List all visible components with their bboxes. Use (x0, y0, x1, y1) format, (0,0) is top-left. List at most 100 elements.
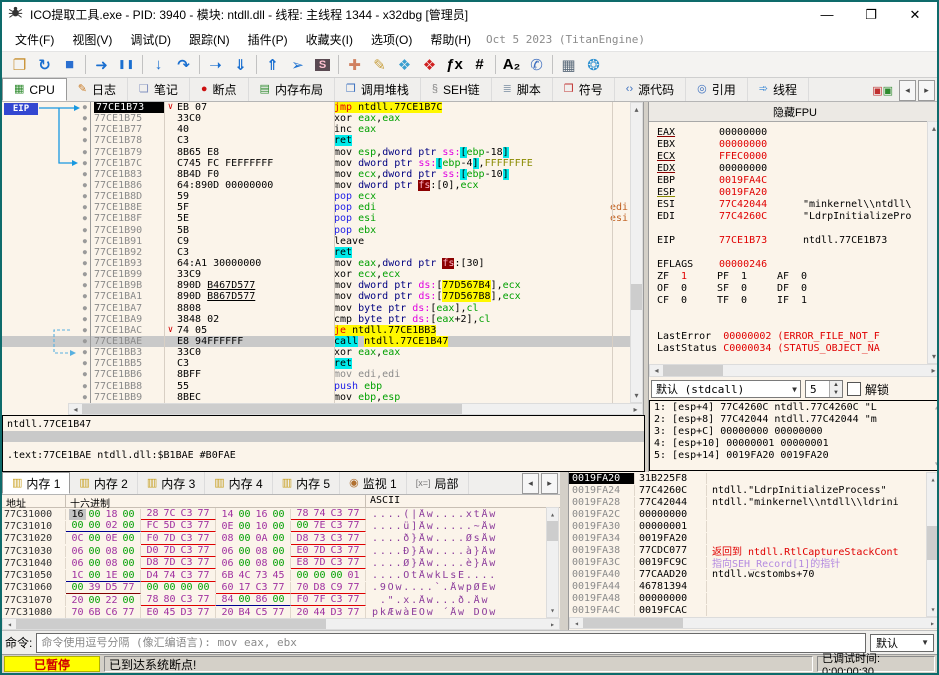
breakpoint-gutter[interactable]: ● (2, 236, 90, 247)
disasm-row[interactable]: ● 77CE1B73 ∨ EB 07 jmp ntdll.77CE1B7C (2, 102, 630, 114)
breakpoint-gutter[interactable]: ● (2, 381, 90, 392)
tab-script[interactable]: ≣ 脚本 (492, 78, 553, 101)
breakpoint-gutter[interactable]: ● (2, 369, 90, 380)
dump-horizontal-scrollbar[interactable]: ◂ ▸ (2, 618, 560, 630)
disasm-row[interactable]: ● 77CE1BAC ∨ 74 05 je ntdll.77CE1BB3 (2, 324, 630, 336)
dump-row[interactable]: 77C31020 0C 00 0E 00 F0 7D C3 77 08 00 0A 00 D8 73 C3 77… (2, 532, 560, 545)
disasm-row[interactable]: ● 77CE1BB5 C3 ret (2, 358, 630, 370)
breakpoint-dot-icon[interactable]: ● (83, 314, 87, 325)
dump-row[interactable]: 77C31000 16 00 18 00 28 7C C3 77 14 00 16 00 78 74 C3 77… (2, 508, 560, 521)
disasm-row[interactable]: ● 77CE1BAE E8 94FFFFFF call ntdll.77CE1B47 (2, 335, 630, 348)
breakpoint-gutter[interactable]: ● (2, 269, 90, 280)
dump-row[interactable]: 77C31030 06 00 08 00 D0 7D C3 77 06 00 08 00 E0 7D C3 77… (2, 545, 560, 558)
patch-button[interactable]: ✚ (342, 53, 367, 76)
register-row[interactable]: EBP 0019FA4C (649, 174, 927, 186)
flag-bits-row[interactable]: OF 0 SF 0 DF 0 (649, 282, 927, 294)
seh-chain-button[interactable]: S (310, 53, 335, 76)
breakpoint-gutter[interactable]: ● (2, 225, 90, 236)
stack-row[interactable]: 0019FA28 77C42044 ntdll."minkernel\\ntdll\… (569, 497, 925, 509)
breakpoint-gutter[interactable]: ● (2, 392, 90, 403)
label-button[interactable]: ❖ (392, 53, 417, 76)
disasm-row[interactable]: ● 77CE1B8E 5F pop edi edi (2, 202, 630, 213)
tab-notes[interactable]: ❏ 笔记 (128, 78, 190, 101)
disasm-row[interactable]: ● 77CE1B86 64:890D 00000000 mov dword ptr f… (2, 180, 630, 192)
dump-row[interactable]: 77C31040 06 00 08 00 D8 7D C3 77 06 00 08 00 E8 7D C3 77… (2, 557, 560, 570)
dump-tab-memory[interactable]: ▥ 内存 5 (273, 472, 341, 494)
disasm-row[interactable]: ● 77CE1B8F 5E pop esi esi (2, 213, 630, 224)
tab-symbols[interactable]: ❒ 符号 (553, 78, 615, 101)
breakpoint-dot-icon[interactable]: ● (83, 113, 87, 124)
breakpoint-dot-icon[interactable]: ● (83, 325, 87, 336)
register-row[interactable]: EBX 00000000 (649, 138, 927, 150)
breakpoint-gutter[interactable]: ● (2, 247, 90, 258)
breakpoint-dot-icon[interactable]: ● (83, 124, 87, 135)
preferences-globe-button[interactable]: ❂ (581, 53, 606, 76)
dump-row[interactable]: 77C31050 1C 00 1E 00 D4 74 C3 77 6B 4C 73 45 00 00 00 01… (2, 569, 560, 582)
menu-item-2[interactable]: 调试(D) (121, 28, 180, 51)
disasm-row[interactable]: ● 77CE1B83 8B4D F0 mov ecx,dword ptr ss:[eb… (2, 168, 630, 180)
breakpoint-dot-icon[interactable]: ● (83, 202, 87, 213)
calculator-button[interactable]: ▦ (556, 53, 581, 76)
breakpoint-dot-icon[interactable]: ● (83, 191, 87, 202)
breakpoint-gutter[interactable]: ● (2, 314, 90, 325)
breakpoint-gutter[interactable]: ● (2, 158, 90, 169)
stack-horizontal-scrollbar[interactable]: ◂ ▸ (569, 617, 937, 629)
breakpoint-gutter[interactable]: ● (2, 358, 90, 369)
disasm-row[interactable]: ● 77CE1BB9 8BEC mov ebp,esp (2, 392, 630, 403)
disasm-row[interactable]: ● 77CE1B91 C9 leave (2, 236, 630, 247)
disasm-row[interactable]: ● 77CE1BA7 8808 mov byte ptr ds:[eax],cl (2, 303, 630, 314)
disasm-row[interactable]: ● 77CE1B7C C745 FC FEFFFFFF mov dword ptr s… (2, 157, 630, 169)
breakpoint-gutter[interactable]: ● (2, 191, 90, 202)
tab-memory-map[interactable]: ▤ 内存布局 (249, 78, 335, 101)
breakpoint-gutter[interactable]: ● (2, 135, 90, 146)
tab-source[interactable]: ‹› 源代码 (615, 78, 687, 101)
tabs-scroll-right-button[interactable]: ▸ (918, 80, 935, 101)
tab-threads[interactable]: ➾ 线程 (748, 78, 809, 101)
argument-row[interactable]: 4: [esp+10] 00000001 00000001 (650, 437, 937, 449)
eflags-row[interactable]: EFLAGS 00000246 (649, 258, 927, 270)
register-row[interactable]: ESI 77C42044 "minkernel\\ntdll\ (649, 198, 927, 210)
disasm-row[interactable]: ● 77CE1B93 64:A1 30000000 mov eax,dword ptr… (2, 258, 630, 270)
stack-row[interactable]: 0019FA40 77CAAD20 ntdll.wcstombs+70 (569, 568, 925, 581)
tab-log[interactable]: ✎ 日志 (67, 78, 128, 101)
breakpoint-gutter[interactable]: ● (2, 258, 90, 269)
disasm-row[interactable]: ● 77CE1BB6 8BFF mov edi,edi (2, 369, 630, 380)
menu-item-0[interactable]: 文件(F) (6, 28, 63, 51)
breakpoint-dot-icon[interactable]: ● (83, 158, 87, 169)
dump-tab-watch[interactable]: ◉ 监视 1 (340, 472, 407, 494)
register-row[interactable]: EDX 00000000 (649, 162, 927, 174)
tab-call-stack[interactable]: ❒ 调用堆栈 (335, 78, 421, 101)
run-button[interactable]: ➜ (89, 53, 114, 76)
stack-row[interactable]: 0019FA20 31B225F8 (569, 473, 925, 485)
disasm-vertical-scrollbar[interactable]: ▴ ▾ (630, 102, 643, 403)
stack-row[interactable]: 0019FA24 77C4260C ntdll."LdrpInitializePro… (569, 485, 925, 497)
maximize-button[interactable]: ❐ (849, 4, 893, 26)
close-button[interactable]: ✕ (893, 4, 937, 26)
breakpoint-dot-icon[interactable]: ● (83, 381, 87, 392)
dump-row[interactable]: 77C31010 00 00 02 00 FC 5D C3 77 0E 00 10 00 00 7E C3 77… (2, 520, 560, 533)
registers-horizontal-scrollbar[interactable]: ◂ ▸ (649, 364, 937, 377)
breakpoint-dot-icon[interactable]: ● (83, 213, 87, 224)
string-refs-button[interactable]: A₂ (499, 53, 524, 76)
spinner-up-icon[interactable]: ▲ (830, 381, 842, 389)
command-input[interactable] (36, 632, 866, 653)
breakpoint-dot-icon[interactable]: ● (83, 336, 87, 347)
comment-button[interactable]: ✎ (367, 53, 392, 76)
breakpoint-gutter[interactable]: ● (2, 147, 90, 158)
breakpoint-dot-icon[interactable]: ● (83, 269, 87, 280)
dump-tab-memory[interactable]: ▥ 内存 2 (70, 472, 138, 494)
stack-row[interactable]: 0019FA30 00000001 (569, 521, 925, 533)
disasm-row[interactable]: ● 77CE1BB3 33C0 xor eax,eax (2, 347, 630, 358)
command-mode-dropdown[interactable]: 默认 ▼ (870, 633, 934, 652)
register-row[interactable]: EDI 77C4260C "LdrpInitializePro (649, 210, 927, 222)
disasm-row[interactable]: ● 77CE1B79 8B65 E8 mov esp,dword ptr ss:[eb… (2, 146, 630, 158)
flag-bits-row[interactable]: ZF 1 PF 1 AF 0 (649, 270, 927, 282)
disasm-row[interactable]: ● 77CE1BA9 3848 02 cmp byte ptr ds:[eax+2],… (2, 314, 630, 325)
minimize-button[interactable]: — (805, 4, 849, 26)
step-into-button[interactable]: ↓ (146, 53, 171, 76)
disasm-row[interactable]: ● 77CE1B9B 890D B467D577 mov dword ptr ds:[… (2, 280, 630, 292)
breakpoint-dot-icon[interactable]: ● (83, 236, 87, 247)
dump-vertical-scrollbar[interactable]: ▴ ▾ (546, 507, 559, 618)
stack-row[interactable]: 0019FA48 00000000 (569, 592, 925, 604)
hide-fpu-button[interactable]: 隐藏FPU (649, 102, 937, 122)
